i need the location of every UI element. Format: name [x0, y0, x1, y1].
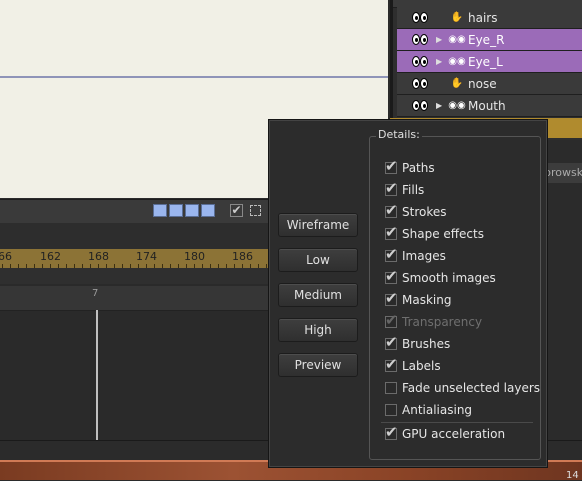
checkbox[interactable]: [385, 333, 398, 351]
view-split-horizontal-icon[interactable]: [185, 204, 199, 217]
option-shape-effects[interactable]: Shape effects: [385, 223, 484, 244]
layer-row[interactable]: ▶ ◉◉ Mouth: [397, 95, 582, 117]
checkbox[interactable]: [385, 289, 398, 307]
option-transparency: Transparency: [385, 311, 483, 332]
checkbox[interactable]: [385, 179, 398, 197]
checkbox[interactable]: [385, 382, 397, 394]
selection-frame-icon[interactable]: [250, 205, 261, 216]
ruler-label: 168: [88, 250, 109, 263]
timeline-toolbar: ✔: [0, 199, 270, 224]
checkbox[interactable]: [385, 223, 398, 241]
bone-hand-icon: ✋: [450, 12, 464, 23]
checkbox[interactable]: [385, 423, 398, 441]
option-label: Smooth images: [402, 271, 496, 285]
quality-preview-button[interactable]: Preview: [278, 353, 358, 377]
option-labels[interactable]: Labels: [385, 355, 441, 376]
option-label: Paths: [402, 161, 435, 175]
layer-name: Eye_R: [468, 32, 505, 47]
option-label: Fade unselected layers: [402, 381, 541, 395]
option-paths[interactable]: Paths: [385, 157, 435, 178]
layer-row[interactable]: ▶ ◉◉ Eye_R: [397, 29, 582, 51]
option-label: Masking: [402, 293, 452, 307]
checkbox[interactable]: [385, 201, 398, 219]
ruler-label: 174: [136, 250, 157, 263]
option-smooth-images[interactable]: Smooth images: [385, 267, 496, 288]
layer-row[interactable]: ✋ nose: [397, 73, 582, 95]
option-brushes[interactable]: Brushes: [385, 333, 451, 354]
checkbox: [385, 311, 398, 329]
timeline-subruler: [0, 268, 270, 285]
option-strokes[interactable]: Strokes: [385, 201, 447, 222]
option-masking[interactable]: Masking: [385, 289, 452, 310]
playhead-label: 7: [92, 288, 99, 299]
view-quad-icon[interactable]: [201, 204, 215, 217]
details-title: Details:: [376, 128, 422, 141]
option-antialiasing[interactable]: Antialiasing: [385, 400, 472, 420]
timeline-ruler[interactable]: 66 162 168 174 180 186: [0, 249, 270, 268]
quality-medium-button[interactable]: Medium: [278, 283, 358, 307]
checkbox-icon[interactable]: ✔: [230, 204, 243, 217]
checkbox[interactable]: [385, 157, 398, 175]
ruler-label: 186: [232, 250, 253, 263]
visibility-eye-icon[interactable]: [412, 77, 430, 90]
ruler-label: 162: [40, 250, 61, 263]
corner-number: 14: [566, 470, 579, 481]
visibility-eye-icon[interactable]: [412, 55, 430, 68]
layer-name: Mouth: [468, 98, 506, 113]
option-gpu-acceleration[interactable]: GPU acceleration: [385, 423, 506, 444]
visibility-eye-icon[interactable]: [412, 33, 430, 46]
layer-name: nose: [468, 76, 497, 91]
expand-triangle-icon[interactable]: ▶: [436, 35, 446, 44]
option-fills[interactable]: Fills: [385, 179, 425, 200]
checkbox[interactable]: [385, 245, 398, 263]
option-fade-unselected-layers[interactable]: Fade unselected layers: [385, 378, 540, 398]
quality-wireframe-button[interactable]: Wireframe: [278, 213, 358, 237]
playhead[interactable]: [96, 310, 98, 440]
display-quality-popup: Wireframe Low Medium High Preview Details: P…: [268, 119, 548, 468]
group-icon: ◉◉: [448, 56, 466, 67]
layer-name: hairs: [468, 10, 498, 25]
option-label: Shape effects: [402, 227, 484, 241]
layer-row[interactable]: ▶ ◉◉ Eye_L: [397, 51, 582, 73]
ruler-label: 66: [0, 250, 12, 263]
visibility-eye-icon[interactable]: [412, 11, 430, 24]
expand-triangle-icon[interactable]: ▶: [436, 57, 446, 66]
visibility-eye-icon[interactable]: [412, 99, 430, 112]
checkbox[interactable]: [385, 355, 398, 373]
bone-hand-icon: ✋: [450, 78, 464, 89]
quality-low-button[interactable]: Low: [278, 248, 358, 272]
quality-high-button[interactable]: High: [278, 318, 358, 342]
view-split-vertical-icon[interactable]: [169, 204, 183, 217]
layer-name: Eye_L: [468, 54, 503, 69]
option-label: Images: [402, 249, 446, 263]
options-separator: [381, 422, 533, 423]
checkbox[interactable]: [385, 267, 398, 285]
option-label: Transparency: [402, 315, 483, 329]
canvas-guide-line: [0, 76, 388, 78]
expand-triangle-icon[interactable]: ▶: [436, 101, 446, 110]
checkbox[interactable]: [385, 404, 397, 416]
option-label: Labels: [402, 359, 441, 373]
layer-row[interactable]: ✋ hairs: [397, 7, 582, 29]
option-label: Strokes: [402, 205, 447, 219]
group-icon: ◉◉: [448, 100, 466, 111]
option-label: Fills: [402, 183, 425, 197]
group-icon: ◉◉: [448, 34, 466, 45]
timeline-frame-row[interactable]: [0, 286, 270, 311]
view-single-icon[interactable]: [153, 204, 167, 217]
option-label: Brushes: [402, 337, 451, 351]
option-label: Antialiasing: [402, 403, 473, 417]
ruler-label: 180: [184, 250, 205, 263]
option-images[interactable]: Images: [385, 245, 446, 266]
timeline-spacer: [0, 223, 270, 249]
option-label: GPU acceleration: [402, 427, 506, 441]
